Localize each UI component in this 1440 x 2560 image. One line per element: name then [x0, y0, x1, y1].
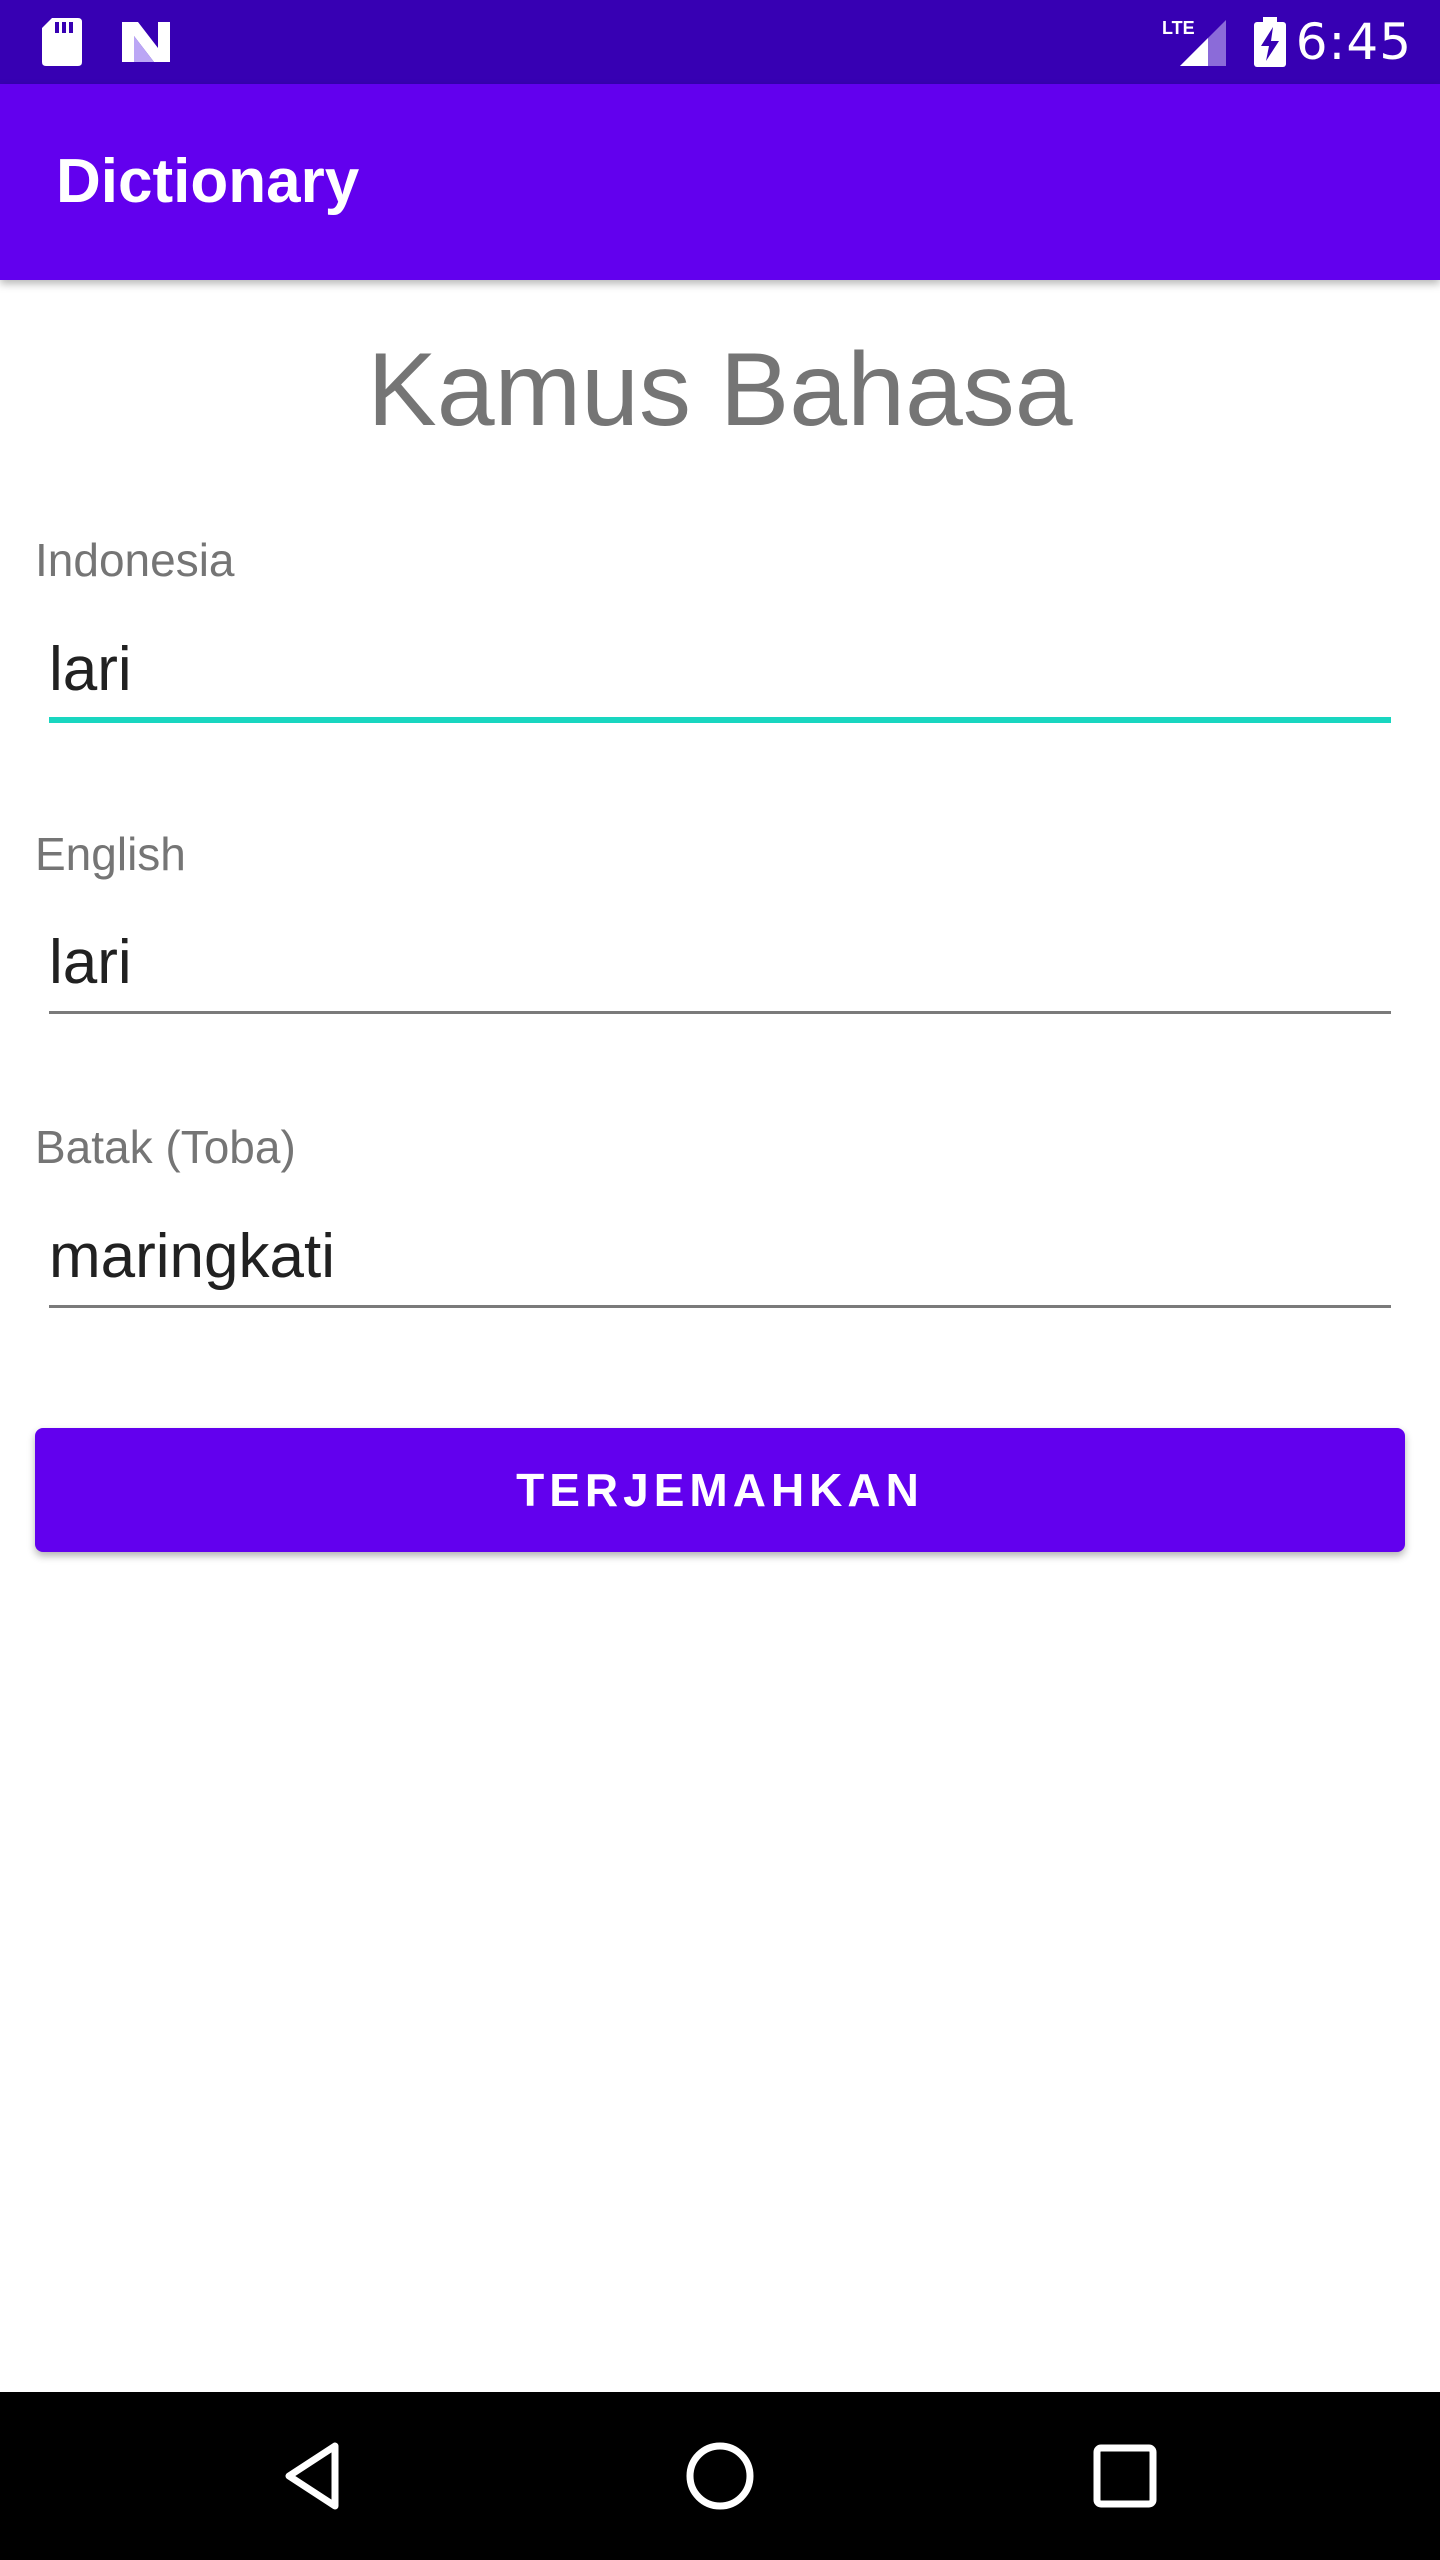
- batak-label: Batak (Toba): [35, 1121, 296, 1173]
- english-input[interactable]: [49, 918, 1391, 1008]
- back-button[interactable]: [265, 2426, 365, 2526]
- status-bar: LTE 6:45: [0, 0, 1440, 84]
- sd-card-icon: [42, 18, 82, 66]
- batak-input[interactable]: [49, 1212, 1391, 1302]
- recents-button[interactable]: [1075, 2426, 1175, 2526]
- navigation-bar: [0, 2392, 1440, 2560]
- indonesia-input[interactable]: [49, 625, 1391, 715]
- n-logo-icon: [122, 22, 170, 62]
- batak-underline: [49, 1305, 1391, 1308]
- app-title: Dictionary: [56, 147, 360, 216]
- indonesia-underline: [49, 717, 1391, 723]
- indonesia-label: Indonesia: [35, 534, 235, 586]
- back-icon: [285, 2442, 339, 2510]
- translate-button[interactable]: TERJEMAHKAN: [35, 1428, 1405, 1552]
- app-bar: Dictionary: [0, 84, 1440, 280]
- english-label: English: [35, 828, 186, 880]
- status-time: 6:45: [1295, 13, 1412, 71]
- svg-text:LTE: LTE: [1162, 18, 1195, 38]
- recents-icon: [1093, 2444, 1157, 2508]
- home-button[interactable]: [670, 2426, 770, 2526]
- home-icon: [686, 2442, 754, 2510]
- english-underline: [49, 1011, 1391, 1014]
- battery-charging-icon: [1254, 17, 1286, 67]
- page-heading: Kamus Bahasa: [367, 332, 1073, 448]
- lte-signal-icon: LTE: [1162, 18, 1226, 66]
